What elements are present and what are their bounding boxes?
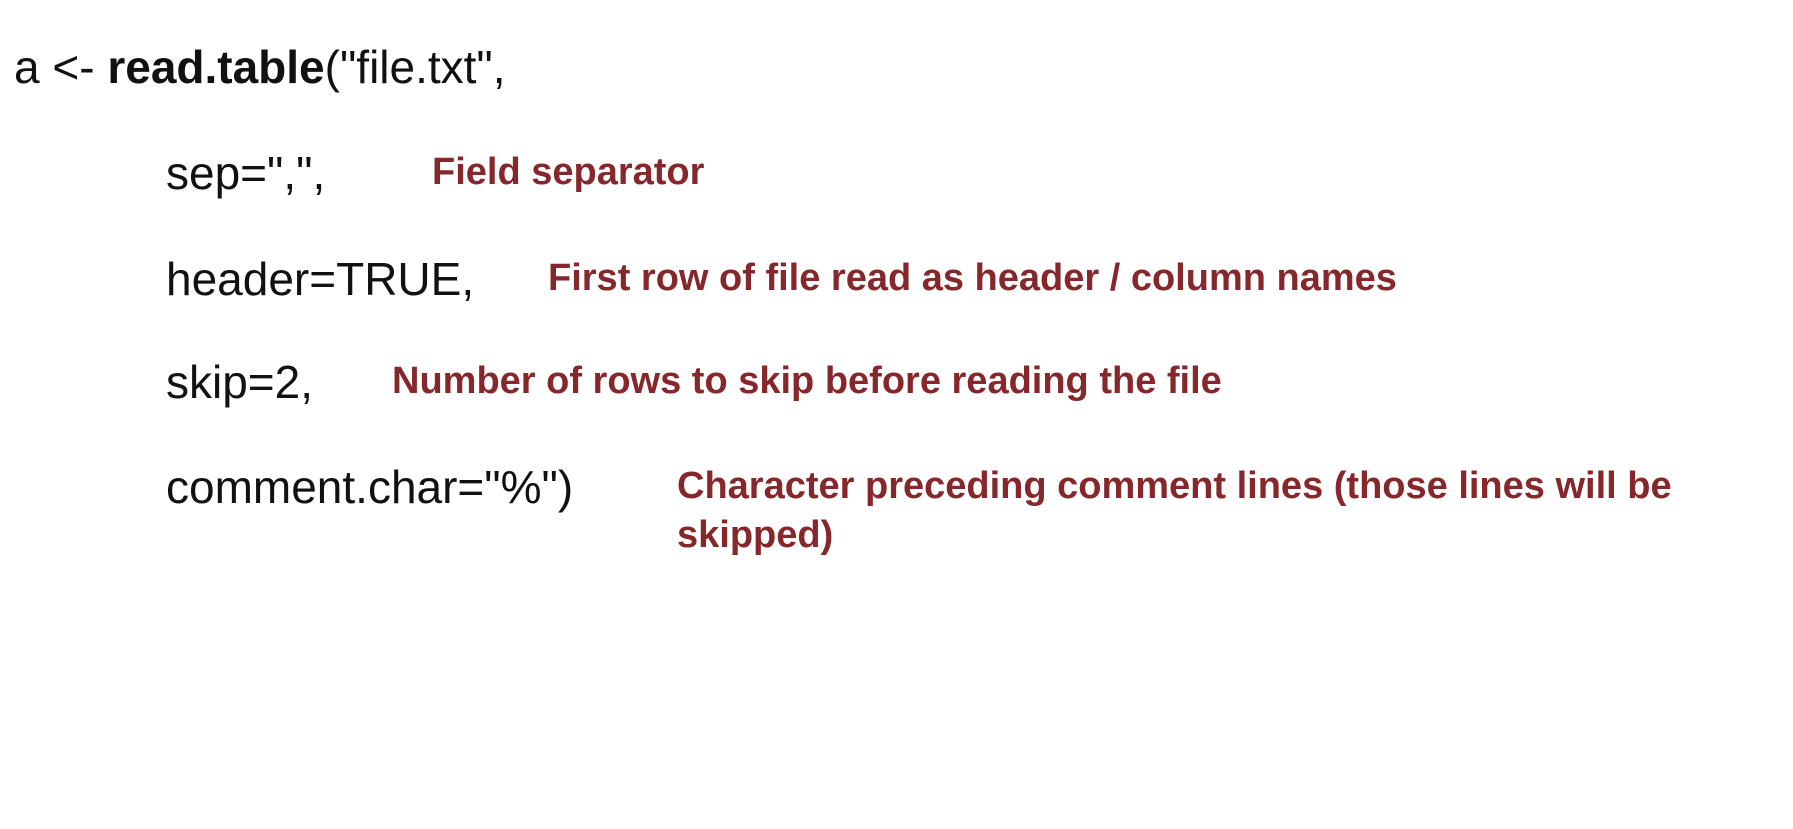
code-assignment: a <- (14, 41, 108, 93)
slide: a <- read.table("file.txt", sep=",", Fie… (0, 0, 1793, 829)
code-line-read-table: a <- read.table("file.txt", (14, 44, 506, 90)
code-line-header: header=TRUE, (166, 253, 475, 305)
annotation-comment-char: Character preceding comment lines (those… (677, 465, 1672, 557)
annotation-sep: Field separator (432, 151, 705, 193)
annotation-skip: Number of rows to skip before reading th… (392, 360, 1222, 402)
code-line-skip: skip=2, (166, 356, 314, 408)
code-file-argument: ("file.txt", (324, 41, 506, 93)
code-line-sep: sep=",", (166, 147, 326, 199)
code-line-comment-char: comment.char="%") (166, 461, 574, 513)
code-function-name: read.table (107, 41, 325, 93)
annotation-header: First row of file read as header / colum… (548, 257, 1397, 299)
